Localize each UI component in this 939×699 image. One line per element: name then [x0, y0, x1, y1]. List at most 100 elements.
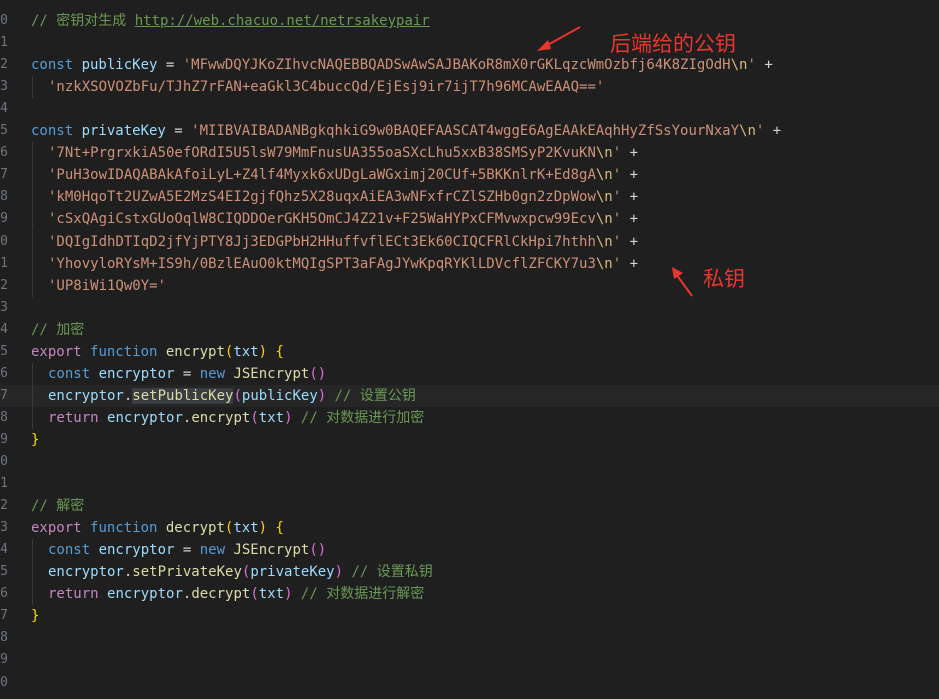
code-line[interactable]: 6 '7Nt+PrgrxkiA50efORdI5U5lsW79MmFnusUA35…: [0, 142, 939, 165]
line-number: 5: [0, 343, 8, 359]
param: txt: [258, 409, 285, 426]
indent-guide: [32, 406, 33, 429]
escape-sequence: \n: [595, 167, 613, 184]
keyword: const: [31, 123, 82, 140]
code-line[interactable]: 1: [0, 473, 939, 495]
variable-name: publicKey: [81, 57, 158, 74]
string-literal: ': [612, 189, 622, 206]
comment: // 设置私钥: [343, 564, 433, 581]
code-line[interactable]: 8 'kM0HqoTt2UZwA5E2MzS4EI2gjfQhz5X28uqxAi…: [0, 186, 939, 209]
comment: // 加密: [31, 321, 85, 338]
code-line[interactable]: 0 'DQIgIdhDTIqD2jfYjPTY8Jj3EDGPbH2HHuffvf…: [0, 230, 939, 253]
keyword: export: [31, 520, 91, 537]
code-line[interactable]: 5 export function encrypt(txt) {: [0, 341, 939, 363]
code-text: 'cSxQAgiCstxGUoOqlW8CIQDDOerGKH5OmCJ4Z21…: [48, 208, 638, 230]
code-line[interactable]: 1 'YhovyloRYsM+IS9h/0BzlEAuO0ktMQIgSPT3aF…: [0, 252, 939, 275]
code-text: // 密钥对生成 http://web.chacuo.net/netrsakey…: [31, 10, 430, 32]
code-text: return encryptor.encrypt(txt) // 对数据进行加密: [48, 407, 424, 429]
paren: ): [334, 564, 344, 581]
escape-sequence: \n: [595, 255, 613, 272]
indent-guide: [32, 208, 33, 231]
code-text: export function decrypt(txt) {: [31, 517, 284, 539]
line-number: 4: [0, 321, 8, 337]
line-number: 9: [0, 211, 8, 227]
indent-guide: [32, 252, 33, 275]
line-number: 1: [0, 255, 8, 271]
operator: +: [621, 211, 639, 228]
code-line[interactable]: 6 return encryptor.decrypt(txt) // 对数据进行解…: [0, 583, 939, 606]
brace: }: [31, 608, 40, 625]
paren: ): [284, 586, 293, 603]
code-line[interactable]: 0: [0, 451, 939, 473]
line-number: 8: [0, 189, 8, 205]
code-text: 'nzkXSOVOZbFu/TJhZ7rFAN+eaGkl3C4buccQd/E…: [48, 76, 604, 98]
function-name: encrypt: [165, 343, 225, 360]
paren: (: [250, 586, 259, 603]
method-name: encrypt: [191, 409, 251, 426]
indent-guide: [32, 164, 33, 187]
string-literal: '7Nt+PrgrxkiA50efORdI5U5lsW79MmFnusUA355…: [48, 145, 596, 162]
keyword: const: [48, 542, 99, 559]
code-line[interactable]: 8: [0, 627, 939, 649]
code-line[interactable]: 2 // 解密: [0, 495, 939, 517]
operator: =: [157, 57, 183, 74]
keyword: return: [48, 409, 108, 426]
method-name: setPrivateKey: [132, 564, 242, 581]
paren: ): [258, 520, 268, 537]
param: txt: [233, 343, 259, 360]
code-line[interactable]: 0 // 密钥对生成 http://web.chacuo.net/netrsake…: [0, 10, 939, 32]
variable-name: encryptor: [107, 586, 183, 603]
line-number: 3: [0, 520, 8, 536]
code-line[interactable]: 0: [0, 672, 939, 694]
string-literal: ': [612, 255, 622, 272]
indent-guide: [32, 539, 33, 562]
string-literal: 'PuH3owIDAQABAkAfoiLyL+Z4lf4Myxk6xUDgLaW…: [48, 167, 596, 184]
variable-name: privateKey: [250, 564, 335, 581]
line-number: 2: [0, 57, 8, 73]
code-line[interactable]: 3 export function decrypt(txt) {: [0, 517, 939, 539]
code-line[interactable]: 7}: [0, 605, 939, 627]
method-name: decrypt: [191, 586, 251, 603]
code-line[interactable]: 4 // 加密: [0, 319, 939, 341]
param: txt: [233, 520, 259, 537]
code-editor[interactable]: 0 // 密钥对生成 http://web.chacuo.net/netrsake…: [0, 0, 939, 699]
escape-sequence: \n: [730, 57, 748, 74]
code-line[interactable]: 2 const publicKey = 'MFwwDQYJKoZIhvcNAQEB…: [0, 54, 939, 76]
code-line[interactable]: 5 encryptor.setPrivateKey(privateKey) // …: [0, 561, 939, 584]
param: txt: [258, 586, 285, 603]
line-number: 3: [0, 79, 8, 95]
code-line[interactable]: 9 'cSxQAgiCstxGUoOqlW8CIQDDOerGKH5OmCJ4Z2…: [0, 208, 939, 231]
code-line[interactable]: 7 encryptor.setPublicKey(publicKey) // 设置…: [0, 384, 939, 407]
indent-guide: [32, 561, 33, 584]
variable-name: publicKey: [241, 387, 318, 404]
class-name: JSEncrypt: [233, 365, 310, 382]
comment: // 对数据进行加密: [292, 409, 425, 426]
code-line[interactable]: 3: [0, 297, 939, 319]
code-line[interactable]: 1: [0, 32, 939, 54]
code-line[interactable]: 9: [0, 649, 939, 671]
code-line[interactable]: 4: [0, 98, 939, 120]
brace: }: [31, 431, 40, 448]
escape-sequence: \n: [595, 189, 613, 206]
code-text: return encryptor.decrypt(txt) // 对数据进行解密: [48, 583, 424, 605]
code-text: encryptor.setPublicKey(publicKey) // 设置公…: [48, 385, 416, 407]
code-line[interactable]: 9}: [0, 429, 939, 451]
indent-guide: [32, 230, 33, 253]
string-literal: 'YhovyloRYsM+IS9h/0BzlEAuO0ktMQIgSPT3aFA…: [48, 255, 596, 272]
code-line[interactable]: 6 const encryptor = new JSEncrypt(): [0, 362, 939, 385]
line-number: 7: [0, 608, 8, 624]
line-number: 0: [0, 674, 8, 690]
line-number: 0: [0, 233, 8, 249]
code-line[interactable]: 5 const privateKey = 'MIIBVAIBADANBgkqhki…: [0, 120, 939, 142]
code-line[interactable]: 7 'PuH3owIDAQABAkAfoiLyL+Z4lf4Myxk6xUDgLa…: [0, 164, 939, 187]
code-line[interactable]: 4 const encryptor = new JSEncrypt(): [0, 539, 939, 562]
line-number: 6: [0, 145, 8, 161]
code-line[interactable]: 3 'nzkXSOVOZbFu/TJhZ7rFAN+eaGkl3C4buccQd/…: [0, 76, 939, 99]
paren: (: [233, 387, 242, 404]
code-text: encryptor.setPrivateKey(privateKey) // 设…: [48, 561, 433, 583]
line-number: 7: [0, 387, 8, 403]
code-line[interactable]: 2 'UP8iWi1Qw0Y=': [0, 274, 939, 297]
line-number: 0: [0, 13, 8, 28]
code-line[interactable]: 8 return encryptor.encrypt(txt) // 对数据进行加…: [0, 406, 939, 429]
string-literal: 'cSxQAgiCstxGUoOqlW8CIQDDOerGKH5OmCJ4Z21…: [48, 211, 596, 228]
